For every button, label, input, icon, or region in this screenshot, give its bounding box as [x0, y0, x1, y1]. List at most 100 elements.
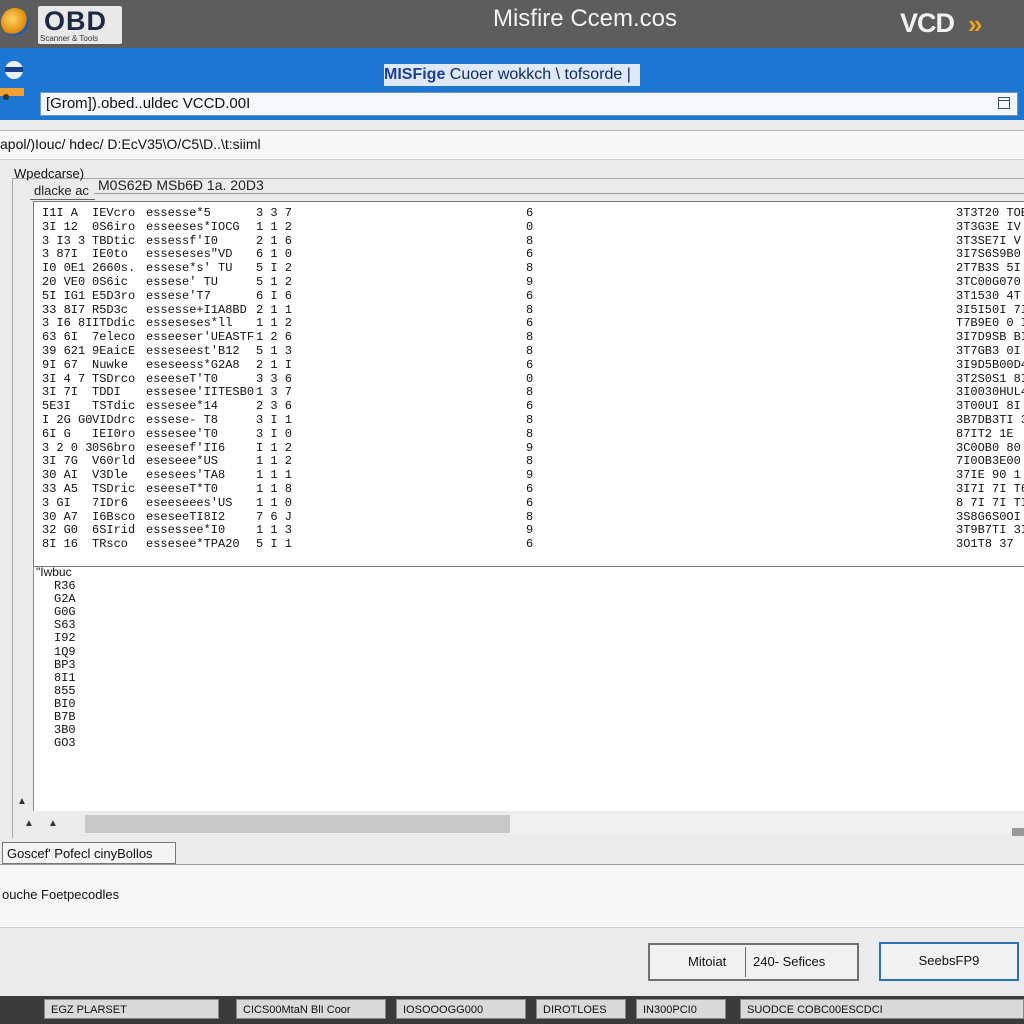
table-cell: 3T3T20 TOB [956, 206, 1024, 220]
horizontal-scrollbar-thumb[interactable] [85, 815, 510, 833]
scroll-up-arrow-icon[interactable]: ▲ [17, 796, 27, 807]
window-title: Misfire Ccem.cos [492, 5, 678, 32]
table-cell: 6 1 0 [256, 247, 293, 262]
table-cell: 7 6 J [256, 509, 293, 524]
table-cell: 9 [526, 275, 534, 289]
table-cell: ITDdic [92, 316, 136, 331]
table-cell: 3 I6 8I [42, 316, 93, 331]
table-cell: 2 3 6 [256, 399, 293, 414]
table-cell: IE0to [92, 247, 129, 262]
table-cell: TDDI [92, 385, 121, 400]
taskbar-item[interactable]: CICS00MtaN BlI Coor [236, 999, 386, 1019]
table-cell: 3 3 7 [256, 206, 293, 220]
table-cell: 0S6ic [92, 275, 129, 289]
table-cell: 0S6bro [92, 440, 136, 455]
table-cell: 0S6iro [92, 219, 136, 234]
table-cell: 8 [526, 413, 534, 427]
list-item[interactable]: B7B [54, 710, 76, 724]
table-cell: TSDric [92, 482, 136, 496]
taskbar-item[interactable]: EGZ PLARSET [44, 999, 219, 1019]
table-cell: eseesef'II6 [146, 440, 226, 455]
tab-data[interactable]: dlacke ac [30, 183, 95, 200]
table-cell: 2 1 6 [256, 233, 293, 248]
data-table[interactable]: I1I A IEVcro essesse*5 3 3 7 6 3T3T20 TOB 3I 1… [33, 201, 1024, 567]
table-cell: 1 1 2 [256, 454, 293, 469]
table-cell: 1 3 7 [256, 385, 293, 400]
list-item[interactable]: 855 [54, 684, 76, 698]
table-cell: 63 6I [42, 330, 79, 345]
table-cell: 6I G [42, 426, 71, 441]
table-cell: V3Dle [92, 468, 129, 483]
scroll-corner [1012, 828, 1024, 836]
table-cell: 3T9B7TI 3I [956, 523, 1024, 538]
table-cell: E5D3ro [92, 288, 136, 303]
brand-logo-text: VCD [900, 8, 955, 38]
table-cell: 3I 12 [42, 219, 79, 234]
table-cell: 8 [526, 302, 534, 317]
table-cell: 8 [526, 330, 534, 345]
list-item[interactable]: 8I1 [54, 671, 76, 685]
caption-divider [94, 193, 1024, 194]
table-cell: essese'T7 [146, 288, 211, 303]
table-cell: R5D3c [92, 302, 129, 317]
table-cell: eseeseT*T0 [146, 482, 219, 496]
tab-protocol-label: Goscef' Pofecl cinyBollos [7, 846, 153, 861]
taskbar-item[interactable]: IN300PCI0 [636, 999, 726, 1019]
table-cell: 3T3SE7I V [956, 233, 1021, 248]
restore-window-icon[interactable] [998, 97, 1010, 109]
list-item[interactable]: I92 [54, 631, 76, 645]
table-cell: TBDtic [92, 233, 136, 248]
list-item[interactable]: G2A [54, 592, 76, 606]
table-cell: 1 1 2 [256, 316, 293, 331]
misfire-services-button[interactable]: Mitoiat 240- Sefices [648, 943, 859, 981]
taskbar-item[interactable]: IOSOOOGG000 [396, 999, 526, 1019]
table-cell: 3 3 6 [256, 371, 293, 386]
table-cell: 37IE 90 1 [956, 468, 1021, 483]
table-cell: 6 [526, 206, 534, 220]
table-cell: 1 1 0 [256, 495, 293, 510]
table-cell: essesee*TPA20 [146, 537, 240, 552]
taskbar-item[interactable]: SUODCE COBC00ESCDCI [740, 999, 1024, 1019]
table-cell: 3C0OB0 80 [956, 440, 1021, 455]
taskbar-item[interactable]: DIROTLOES [536, 999, 626, 1019]
table-cell: 6 [526, 495, 534, 510]
table-cell: 3I5I50I 7I [956, 302, 1024, 317]
sub-path-text: apol/)Iouc/ hdec/ D:EcV35\O/C5\D..\t:sii… [0, 136, 261, 152]
table-cell: 8 [526, 426, 534, 441]
table-cell: VIDdrc [92, 413, 136, 427]
table-cell: 6 [526, 482, 534, 496]
header-title-bold: MISFige [384, 66, 446, 83]
table-cell: TSDrco [92, 371, 136, 386]
table-cell: esseeses*IOCG [146, 219, 240, 234]
list-item[interactable]: BP3 [54, 658, 76, 672]
list-item[interactable]: S63 [54, 618, 76, 632]
table-cell: 3S8G6S0OI [956, 509, 1021, 524]
table-cell: 9 [526, 523, 534, 538]
value-list[interactable]: R36 G2A G0G S63 I92 1Q9 BP3 8I1 855 BI0 B7B 3B0 GO3 [33, 567, 1024, 811]
table-cell: 32 G0 [42, 523, 79, 538]
table-cell: 8 [526, 344, 534, 358]
list-item[interactable]: 3B0 [54, 723, 76, 737]
table-cell: 9I 67 [42, 357, 79, 372]
table-cell: TRsco [92, 537, 129, 552]
list-item[interactable]: GO3 [54, 736, 76, 750]
table-cell: Nuwke [92, 357, 129, 372]
table-cell: 8 7I 7I TI [956, 495, 1024, 510]
list-item[interactable]: 1Q9 [54, 645, 76, 659]
table-cell: 3I 4 7 [42, 371, 86, 386]
search-button[interactable]: SeebsFP9 [879, 942, 1019, 981]
list-item[interactable]: G0G [54, 605, 76, 619]
car-diagnostic-icon [0, 61, 24, 100]
scroll-left-arrow-icon[interactable]: ▲ [24, 818, 34, 829]
table-cell: 1 1 3 [256, 523, 293, 538]
scroll-right-arrow-icon[interactable]: ▲ [48, 818, 58, 829]
table-cell: essesee'T0 [146, 426, 219, 441]
list-item[interactable]: R36 [54, 579, 76, 593]
table-cell: essesse*5 [146, 206, 211, 220]
list-item[interactable]: BI0 [54, 697, 76, 711]
table-cell: 1 2 6 [256, 330, 293, 345]
table-cell: 30 A7 [42, 509, 79, 524]
brand-chevron-icon: » [968, 9, 983, 39]
table-cell: essese' TU [146, 275, 219, 289]
table-cell: 3T2S0S1 8I [956, 371, 1024, 386]
